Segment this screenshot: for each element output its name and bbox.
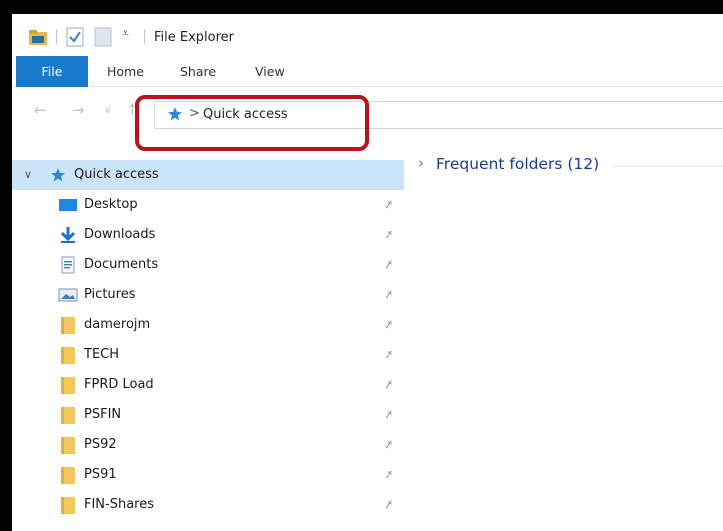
folder-icon xyxy=(61,317,75,334)
pin-icon[interactable]: † xyxy=(383,198,395,212)
sidebar-item-label: PSFIN xyxy=(84,407,122,422)
new-folder-icon[interactable] xyxy=(94,27,112,47)
folder-icon xyxy=(61,437,75,454)
tab-share[interactable]: Share xyxy=(180,64,216,79)
sidebar-item-fin-shares[interactable]: FIN-Shares † xyxy=(12,490,404,520)
back-arrow-icon[interactable]: ← xyxy=(34,101,47,119)
desktop-icon xyxy=(59,199,77,211)
sidebar-item-damerojm[interactable]: damerojm † xyxy=(12,310,404,340)
sidebar-item-label: TECH xyxy=(84,347,120,362)
tab-home[interactable]: Home xyxy=(107,64,144,79)
sidebar-item-psfin[interactable]: PSFIN † xyxy=(12,400,404,430)
sidebar-item-pictures[interactable]: Pictures † xyxy=(12,280,404,310)
address-bar[interactable]: > Quick access xyxy=(154,101,723,129)
window-title: File Explorer xyxy=(154,30,235,45)
sidebar-item-quick-access[interactable]: ∨ Quick access xyxy=(12,160,404,190)
quick-access-star-icon xyxy=(51,168,65,182)
sidebar-item-fprd-load[interactable]: FPRD Load † xyxy=(12,370,404,400)
sidebar-item-documents[interactable]: Documents † xyxy=(12,250,404,280)
folder-app-icon xyxy=(29,30,47,45)
sidebar-item-ps91[interactable]: PS91 † xyxy=(12,460,404,490)
sidebar-item-label: Downloads xyxy=(84,227,156,242)
sidebar-item-ps92[interactable]: PS92 † xyxy=(12,430,404,460)
sidebar-item-label: FPRD Load xyxy=(84,377,154,392)
tab-file[interactable]: File xyxy=(16,56,88,87)
quick-access-label: Quick access xyxy=(74,167,159,182)
forward-arrow-icon[interactable]: → xyxy=(72,101,85,119)
pin-icon[interactable]: † xyxy=(383,408,395,422)
folder-icon xyxy=(61,497,75,514)
qat-separator xyxy=(56,29,57,44)
expand-chevron-icon[interactable]: ∨ xyxy=(24,168,32,181)
folder-icon xyxy=(61,467,75,484)
navigation-pane: ∨ Quick access Desktop † Downloads † Doc… xyxy=(12,152,404,531)
pin-icon[interactable]: † xyxy=(383,468,395,482)
group-title-frequent-folders[interactable]: Frequent folders (12) xyxy=(436,155,599,173)
pin-icon[interactable]: † xyxy=(383,318,395,332)
pin-icon[interactable]: † xyxy=(383,378,395,392)
quick-access-star-icon xyxy=(168,107,182,121)
content-pane: › Frequent folders (12) xyxy=(404,152,723,531)
pin-icon[interactable]: † xyxy=(383,438,395,452)
sidebar-item-label: PS91 xyxy=(84,467,117,482)
breadcrumb-quick-access[interactable]: Quick access xyxy=(203,107,288,122)
sidebar-item-label: Desktop xyxy=(84,197,138,212)
documents-icon xyxy=(61,256,75,274)
ribbon-tabs: File Home Share View xyxy=(12,56,723,87)
breadcrumb-separator[interactable]: > xyxy=(189,106,200,121)
folder-icon xyxy=(61,407,75,424)
pin-icon[interactable]: † xyxy=(383,348,395,362)
sidebar-item-label: PS92 xyxy=(84,437,117,452)
properties-icon[interactable] xyxy=(66,27,84,47)
group-divider xyxy=(614,166,723,167)
customize-qat-chevron-icon[interactable]: ⩡ xyxy=(122,26,129,41)
title-separator xyxy=(144,29,145,44)
sidebar-item-label: Documents xyxy=(84,257,159,272)
pictures-icon xyxy=(58,288,78,302)
recent-locations-chevron-icon[interactable]: ∨ xyxy=(104,105,111,116)
file-explorer-window: ⩡ File Explorer File Home Share View ← →… xyxy=(12,14,723,531)
sidebar-item-label: FIN-Shares xyxy=(84,497,155,512)
navigation-row: ← → ∨ ↑ > Quick access xyxy=(12,87,723,151)
sidebar-item-label: damerojm xyxy=(84,317,151,332)
group-expand-chevron-icon[interactable]: › xyxy=(418,154,424,172)
sidebar-item-desktop[interactable]: Desktop † xyxy=(12,190,404,220)
folder-icon xyxy=(61,347,75,364)
pin-icon[interactable]: † xyxy=(383,228,395,242)
sidebar-item-downloads[interactable]: Downloads † xyxy=(12,220,404,250)
title-bar: ⩡ File Explorer xyxy=(12,14,723,56)
folder-icon xyxy=(61,377,75,394)
pin-icon[interactable]: † xyxy=(383,498,395,512)
up-arrow-icon[interactable]: ↑ xyxy=(126,101,139,119)
pin-icon[interactable]: † xyxy=(383,258,395,272)
sidebar-item-label: Pictures xyxy=(84,287,136,302)
sidebar-item-tech[interactable]: TECH † xyxy=(12,340,404,370)
downloads-icon xyxy=(60,227,76,243)
tab-view[interactable]: View xyxy=(255,64,285,79)
pin-icon[interactable]: † xyxy=(383,288,395,302)
